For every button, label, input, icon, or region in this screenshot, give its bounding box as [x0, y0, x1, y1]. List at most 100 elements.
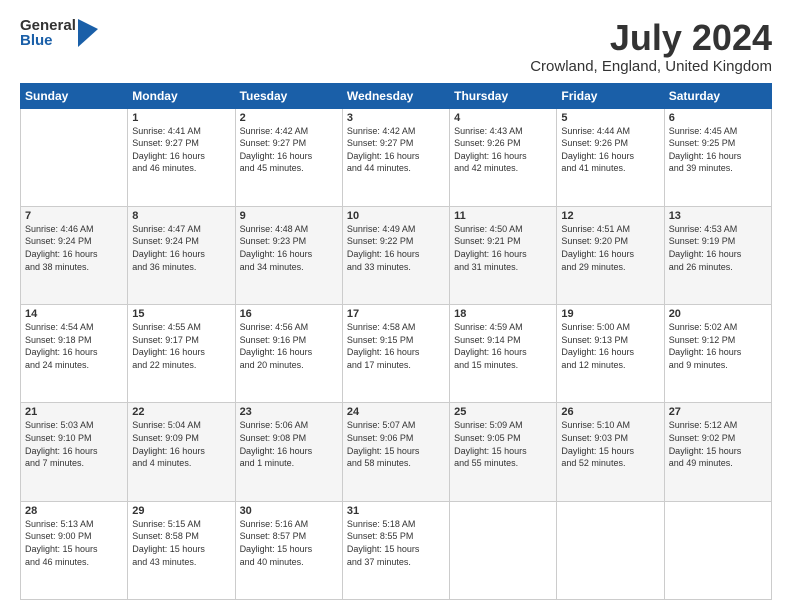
day-number: 15	[132, 308, 230, 320]
calendar-cell: 13Sunrise: 4:53 AM Sunset: 9:19 PM Dayli…	[664, 206, 771, 304]
day-number: 3	[347, 112, 445, 124]
day-info: Sunrise: 5:02 AM Sunset: 9:12 PM Dayligh…	[669, 321, 767, 371]
day-info: Sunrise: 5:12 AM Sunset: 9:02 PM Dayligh…	[669, 419, 767, 469]
calendar-header-sunday: Sunday	[21, 83, 128, 108]
day-number: 30	[240, 505, 338, 517]
day-number: 11	[454, 210, 552, 222]
month-title: July 2024	[530, 18, 772, 58]
calendar-cell: 19Sunrise: 5:00 AM Sunset: 9:13 PM Dayli…	[557, 305, 664, 403]
day-info: Sunrise: 5:13 AM Sunset: 9:00 PM Dayligh…	[25, 518, 123, 568]
calendar-week-row: 14Sunrise: 4:54 AM Sunset: 9:18 PM Dayli…	[21, 305, 772, 403]
day-number: 5	[561, 112, 659, 124]
day-number: 29	[132, 505, 230, 517]
day-number: 14	[25, 308, 123, 320]
day-info: Sunrise: 4:42 AM Sunset: 9:27 PM Dayligh…	[240, 125, 338, 175]
day-number: 17	[347, 308, 445, 320]
calendar-cell: 22Sunrise: 5:04 AM Sunset: 9:09 PM Dayli…	[128, 403, 235, 501]
day-number: 27	[669, 406, 767, 418]
calendar-cell: 31Sunrise: 5:18 AM Sunset: 8:55 PM Dayli…	[342, 501, 449, 599]
calendar-cell: 6Sunrise: 4:45 AM Sunset: 9:25 PM Daylig…	[664, 108, 771, 206]
day-number: 1	[132, 112, 230, 124]
day-info: Sunrise: 5:04 AM Sunset: 9:09 PM Dayligh…	[132, 419, 230, 469]
day-info: Sunrise: 5:07 AM Sunset: 9:06 PM Dayligh…	[347, 419, 445, 469]
calendar-header-saturday: Saturday	[664, 83, 771, 108]
day-info: Sunrise: 5:06 AM Sunset: 9:08 PM Dayligh…	[240, 419, 338, 469]
day-info: Sunrise: 4:51 AM Sunset: 9:20 PM Dayligh…	[561, 223, 659, 273]
day-info: Sunrise: 5:09 AM Sunset: 9:05 PM Dayligh…	[454, 419, 552, 469]
day-number: 4	[454, 112, 552, 124]
calendar-week-row: 28Sunrise: 5:13 AM Sunset: 9:00 PM Dayli…	[21, 501, 772, 599]
day-info: Sunrise: 5:16 AM Sunset: 8:57 PM Dayligh…	[240, 518, 338, 568]
calendar-cell: 10Sunrise: 4:49 AM Sunset: 9:22 PM Dayli…	[342, 206, 449, 304]
calendar-header-friday: Friday	[557, 83, 664, 108]
calendar-cell: 15Sunrise: 4:55 AM Sunset: 9:17 PM Dayli…	[128, 305, 235, 403]
calendar-cell: 25Sunrise: 5:09 AM Sunset: 9:05 PM Dayli…	[450, 403, 557, 501]
day-number: 13	[669, 210, 767, 222]
day-number: 24	[347, 406, 445, 418]
calendar-cell: 18Sunrise: 4:59 AM Sunset: 9:14 PM Dayli…	[450, 305, 557, 403]
calendar-cell: 9Sunrise: 4:48 AM Sunset: 9:23 PM Daylig…	[235, 206, 342, 304]
day-info: Sunrise: 4:54 AM Sunset: 9:18 PM Dayligh…	[25, 321, 123, 371]
calendar-cell: 16Sunrise: 4:56 AM Sunset: 9:16 PM Dayli…	[235, 305, 342, 403]
day-info: Sunrise: 5:15 AM Sunset: 8:58 PM Dayligh…	[132, 518, 230, 568]
location: Crowland, England, United Kingdom	[530, 58, 772, 75]
day-info: Sunrise: 4:42 AM Sunset: 9:27 PM Dayligh…	[347, 125, 445, 175]
day-number: 28	[25, 505, 123, 517]
calendar-cell: 24Sunrise: 5:07 AM Sunset: 9:06 PM Dayli…	[342, 403, 449, 501]
day-number: 2	[240, 112, 338, 124]
calendar-cell: 3Sunrise: 4:42 AM Sunset: 9:27 PM Daylig…	[342, 108, 449, 206]
day-number: 10	[347, 210, 445, 222]
calendar-cell: 14Sunrise: 4:54 AM Sunset: 9:18 PM Dayli…	[21, 305, 128, 403]
calendar-cell: 23Sunrise: 5:06 AM Sunset: 9:08 PM Dayli…	[235, 403, 342, 501]
logo: General Blue	[20, 18, 98, 48]
day-number: 19	[561, 308, 659, 320]
calendar-header-monday: Monday	[128, 83, 235, 108]
calendar-cell	[450, 501, 557, 599]
logo-icon	[78, 19, 98, 47]
calendar-cell	[557, 501, 664, 599]
day-info: Sunrise: 4:48 AM Sunset: 9:23 PM Dayligh…	[240, 223, 338, 273]
calendar-cell: 20Sunrise: 5:02 AM Sunset: 9:12 PM Dayli…	[664, 305, 771, 403]
calendar-cell: 7Sunrise: 4:46 AM Sunset: 9:24 PM Daylig…	[21, 206, 128, 304]
calendar-table: SundayMondayTuesdayWednesdayThursdayFrid…	[20, 83, 772, 600]
day-info: Sunrise: 5:00 AM Sunset: 9:13 PM Dayligh…	[561, 321, 659, 371]
day-number: 22	[132, 406, 230, 418]
calendar-cell: 27Sunrise: 5:12 AM Sunset: 9:02 PM Dayli…	[664, 403, 771, 501]
calendar-header-tuesday: Tuesday	[235, 83, 342, 108]
calendar-cell: 1Sunrise: 4:41 AM Sunset: 9:27 PM Daylig…	[128, 108, 235, 206]
day-number: 7	[25, 210, 123, 222]
calendar-cell: 8Sunrise: 4:47 AM Sunset: 9:24 PM Daylig…	[128, 206, 235, 304]
day-info: Sunrise: 4:49 AM Sunset: 9:22 PM Dayligh…	[347, 223, 445, 273]
day-number: 16	[240, 308, 338, 320]
day-number: 6	[669, 112, 767, 124]
day-number: 21	[25, 406, 123, 418]
day-info: Sunrise: 4:44 AM Sunset: 9:26 PM Dayligh…	[561, 125, 659, 175]
calendar-week-row: 1Sunrise: 4:41 AM Sunset: 9:27 PM Daylig…	[21, 108, 772, 206]
day-number: 23	[240, 406, 338, 418]
day-info: Sunrise: 4:58 AM Sunset: 9:15 PM Dayligh…	[347, 321, 445, 371]
page: General Blue July 2024 Crowland, England…	[0, 0, 792, 612]
day-info: Sunrise: 4:56 AM Sunset: 9:16 PM Dayligh…	[240, 321, 338, 371]
day-info: Sunrise: 4:46 AM Sunset: 9:24 PM Dayligh…	[25, 223, 123, 273]
calendar-cell: 4Sunrise: 4:43 AM Sunset: 9:26 PM Daylig…	[450, 108, 557, 206]
day-number: 26	[561, 406, 659, 418]
logo-general: General	[20, 18, 76, 33]
day-number: 9	[240, 210, 338, 222]
day-info: Sunrise: 4:47 AM Sunset: 9:24 PM Dayligh…	[132, 223, 230, 273]
day-number: 12	[561, 210, 659, 222]
calendar-cell: 21Sunrise: 5:03 AM Sunset: 9:10 PM Dayli…	[21, 403, 128, 501]
calendar-week-row: 7Sunrise: 4:46 AM Sunset: 9:24 PM Daylig…	[21, 206, 772, 304]
day-info: Sunrise: 4:53 AM Sunset: 9:19 PM Dayligh…	[669, 223, 767, 273]
day-number: 18	[454, 308, 552, 320]
calendar-cell	[21, 108, 128, 206]
day-info: Sunrise: 5:10 AM Sunset: 9:03 PM Dayligh…	[561, 419, 659, 469]
calendar-week-row: 21Sunrise: 5:03 AM Sunset: 9:10 PM Dayli…	[21, 403, 772, 501]
logo-text: General Blue	[20, 18, 76, 48]
title-block: July 2024 Crowland, England, United King…	[530, 18, 772, 75]
day-info: Sunrise: 4:50 AM Sunset: 9:21 PM Dayligh…	[454, 223, 552, 273]
header: General Blue July 2024 Crowland, England…	[20, 18, 772, 75]
day-info: Sunrise: 4:45 AM Sunset: 9:25 PM Dayligh…	[669, 125, 767, 175]
calendar-cell: 2Sunrise: 4:42 AM Sunset: 9:27 PM Daylig…	[235, 108, 342, 206]
day-info: Sunrise: 4:43 AM Sunset: 9:26 PM Dayligh…	[454, 125, 552, 175]
calendar-cell: 11Sunrise: 4:50 AM Sunset: 9:21 PM Dayli…	[450, 206, 557, 304]
